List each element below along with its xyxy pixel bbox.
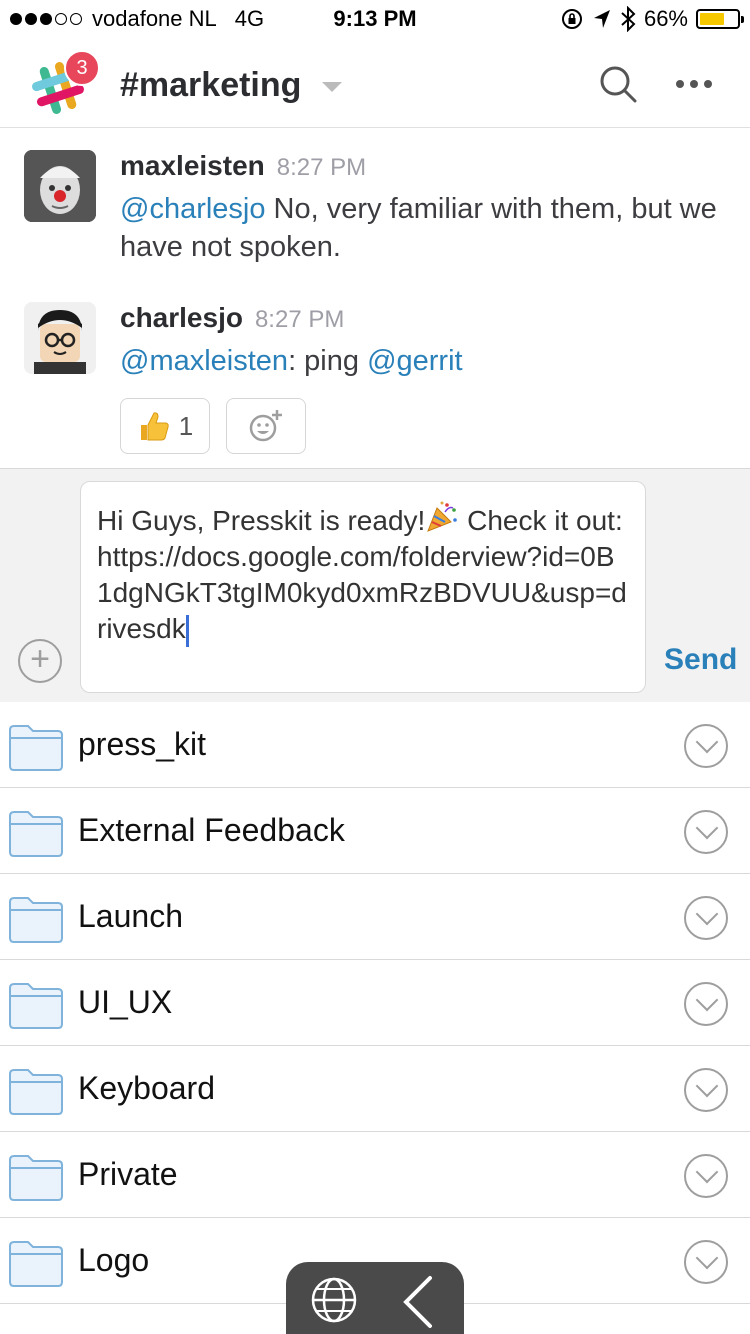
chevron-down-icon[interactable]: [322, 82, 342, 92]
folder-name: UI_UX: [78, 984, 173, 1020]
add-attachment-button[interactable]: +: [18, 639, 62, 683]
unread-badge: 3: [64, 50, 100, 86]
chevron-down-icon[interactable]: [684, 982, 728, 1026]
add-reaction-icon: [249, 410, 282, 442]
chevron-down-icon[interactable]: [684, 810, 728, 854]
message-body: : ping: [288, 345, 368, 377]
folder-icon: [9, 983, 63, 1029]
chevron-down-icon[interactable]: [684, 724, 728, 768]
bluetooth-icon: [621, 6, 636, 32]
folder-icon: [9, 1241, 63, 1287]
keyboard-toolbar: [286, 1262, 464, 1334]
list-item[interactable]: Launch: [0, 874, 750, 960]
folder-name: External Feedback: [78, 812, 345, 848]
list-item[interactable]: External Feedback: [0, 788, 750, 874]
battery-percent: 66%: [643, 6, 688, 31]
folder-icon: [9, 1155, 63, 1201]
message-input[interactable]: Hi Guys, Presskit is ready! Check it out…: [80, 481, 646, 693]
folder-name: press_kit: [78, 726, 207, 762]
reaction-thumbs-up[interactable]: 1: [120, 398, 210, 454]
message-time: 8:27 PM: [276, 154, 367, 181]
globe-icon[interactable]: [310, 1276, 358, 1324]
folder-icon: [9, 1069, 63, 1115]
chevron-down-icon[interactable]: [684, 1240, 728, 1284]
avatar[interactable]: [24, 150, 96, 222]
folder-name: Logo: [78, 1242, 150, 1278]
mention-link[interactable]: @gerrit: [367, 345, 463, 377]
status-icons: 66%: [560, 6, 744, 32]
input-text-start: Hi Guys, Presskit is ready!: [97, 505, 426, 536]
chevron-left-icon[interactable]: [398, 1274, 438, 1330]
battery-icon: [696, 9, 744, 29]
send-button[interactable]: Send: [664, 643, 737, 677]
channel-header: 3 #marketing: [0, 40, 750, 128]
thumbs-up-icon: [140, 412, 169, 441]
message-text: @maxleisten: ping @gerrit: [120, 342, 730, 380]
author-name[interactable]: charlesjo: [120, 302, 243, 333]
folder-list: press_kit External Feedback Launch UI_UX Key…: [0, 702, 750, 1304]
reaction-count: 1: [178, 410, 194, 441]
avatar[interactable]: [24, 302, 96, 374]
chevron-down-icon[interactable]: [684, 1154, 728, 1198]
channel-title[interactable]: #marketing: [120, 66, 301, 105]
party-popper-icon: [427, 501, 458, 532]
list-item[interactable]: press_kit: [0, 702, 750, 788]
folder-name: Launch: [78, 898, 183, 934]
more-options-icon[interactable]: [672, 64, 716, 104]
folder-icon: [9, 897, 63, 943]
mention-link[interactable]: @charlesjo: [120, 193, 266, 225]
rotation-lock-icon: [561, 9, 582, 29]
message-item[interactable]: maxleisten 8:27 PM @charlesjo No, very fa…: [0, 128, 750, 288]
folder-icon: [9, 725, 63, 771]
message-author[interactable]: maxleisten 8:27 PM: [120, 150, 366, 182]
mention-link[interactable]: @maxleisten: [120, 345, 288, 377]
folder-icon: [9, 811, 63, 857]
list-item[interactable]: Private: [0, 1132, 750, 1218]
chevron-down-icon[interactable]: [684, 896, 728, 940]
folder-name: Private: [78, 1156, 178, 1192]
message-text: @charlesjo No, very familiar with them, …: [120, 190, 730, 266]
search-icon[interactable]: [596, 62, 640, 106]
author-name[interactable]: maxleisten: [120, 150, 265, 181]
folder-name: Keyboard: [78, 1070, 215, 1106]
add-reaction-button[interactable]: [226, 398, 306, 454]
chevron-down-icon[interactable]: [684, 1068, 728, 1112]
list-item[interactable]: Keyboard: [0, 1046, 750, 1132]
message-item[interactable]: charlesjo 8:27 PM @maxleisten: ping @gerr…: [0, 280, 750, 468]
message-composer: + Hi Guys, Presskit is ready! Check it o…: [0, 468, 750, 702]
message-time: 8:27 PM: [254, 306, 345, 333]
text-caret: [185, 614, 189, 647]
location-icon: [593, 10, 610, 28]
message-author[interactable]: charlesjo 8:27 PM: [120, 302, 344, 334]
list-item[interactable]: UI_UX: [0, 960, 750, 1046]
status-bar: vodafone NL 4G 9:13 PM 66%: [0, 0, 750, 40]
